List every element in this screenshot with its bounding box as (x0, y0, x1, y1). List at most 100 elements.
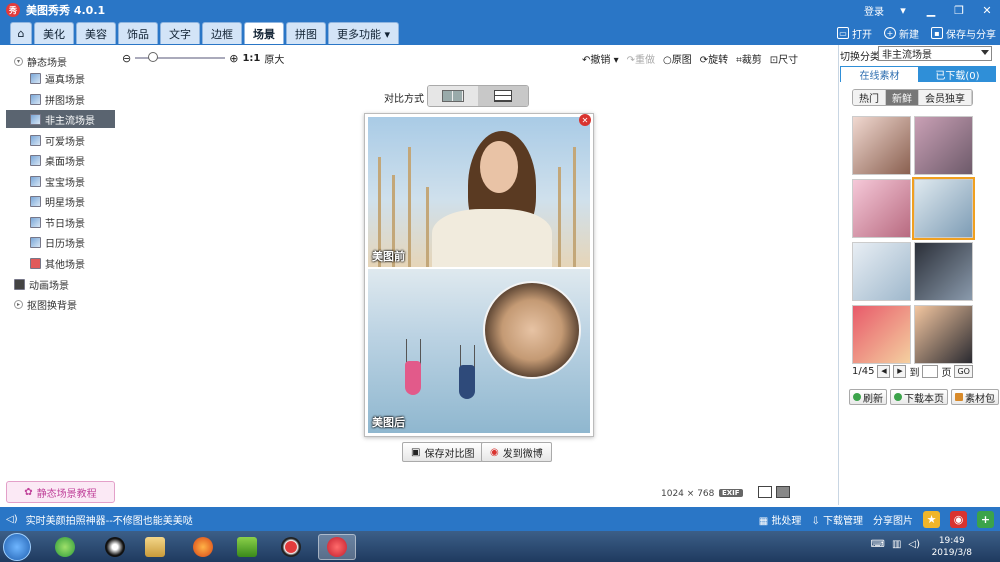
prev-page-button[interactable]: ◀ (877, 364, 891, 378)
sidebar-item-other[interactable]: 其他场景 (30, 254, 114, 272)
minimize-button[interactable]: ▁ (922, 2, 940, 18)
add-icon[interactable]: + (977, 510, 994, 528)
close-button[interactable]: ✕ (978, 2, 996, 18)
sidebar-group-animation[interactable]: 动画场景 (14, 275, 69, 293)
sidebar-item-desktop[interactable]: 桌面场景 (30, 151, 114, 169)
tab-scene[interactable]: 场景 (244, 22, 284, 44)
material-thumb[interactable] (852, 116, 911, 175)
batch-button[interactable]: ▦ 批处理 (759, 512, 802, 527)
undo-button[interactable]: ↶撤销 ▾ (582, 51, 619, 66)
tab-online-material[interactable]: 在线素材 (840, 66, 919, 82)
compare-top-bottom-button[interactable] (478, 86, 528, 106)
open-button[interactable]: ▭ 打开 (837, 26, 872, 41)
sidebar-item-realistic[interactable]: 逼真场景 (30, 69, 114, 87)
taskbar-clock[interactable]: 19:49 2019/3/8 (932, 535, 972, 559)
taskbar-app-player[interactable] (228, 534, 266, 560)
skin-icon[interactable]: ▾ (894, 2, 912, 18)
crop-button[interactable]: ⌗裁剪 (736, 51, 762, 66)
tab-accessory[interactable]: 饰品 (118, 22, 158, 44)
start-button[interactable] (3, 533, 31, 561)
page-input[interactable] (922, 364, 939, 378)
app-title: 美图秀秀 4.0.1 (26, 4, 106, 17)
redo-icon: ↷ (626, 54, 635, 66)
star-icon[interactable]: ★ (923, 510, 940, 528)
zoom-out-icon[interactable]: ⊖ (122, 52, 131, 65)
keyboard-icon[interactable]: ⌨ (871, 539, 885, 550)
material-thumb[interactable] (914, 242, 973, 301)
save-compare-button[interactable]: ▣ 保存对比图 (402, 442, 484, 462)
sidebar-group-static[interactable]: ▾ 静态场景 (14, 52, 67, 70)
sidebar-item-non-mainstream[interactable]: 非主流场景 (6, 110, 115, 128)
resize-button[interactable]: ⊡尺寸 (770, 51, 798, 66)
download-manager-button[interactable]: ⇩ 下载管理 (811, 512, 863, 527)
subtab-hot[interactable]: 热门 (853, 90, 886, 105)
tab-home[interactable]: ⌂ (10, 22, 32, 44)
redo-button[interactable]: ↷重做 (627, 51, 655, 66)
subtab-new[interactable]: 新鲜 (886, 90, 919, 105)
taskbar-app-explorer[interactable] (136, 534, 174, 560)
taskbar-app-meitu[interactable] (318, 534, 356, 560)
taskbar-app-firefox[interactable] (184, 534, 222, 560)
sidebar-item-cute[interactable]: 可爱场景 (30, 131, 114, 149)
zoom-slider-thumb[interactable] (148, 52, 159, 62)
tab-collage[interactable]: 拼图 (286, 22, 326, 44)
material-thumb[interactable] (852, 179, 911, 238)
fit-view-icon[interactable] (758, 486, 772, 498)
tab-downloaded[interactable]: 已下载(0) (919, 66, 996, 82)
compare-view-icon[interactable] (776, 486, 790, 498)
static-scene-tutorial-button[interactable]: ✿ 静态场景教程 (6, 481, 115, 503)
collapse-icon: ▾ (14, 56, 23, 66)
status-message[interactable]: 实时美颜拍照神器--不修图也能美美哒 (26, 512, 193, 527)
network-icon[interactable]: ▥ (892, 539, 901, 550)
material-thumb[interactable] (914, 116, 973, 175)
go-button[interactable]: GO (954, 364, 973, 378)
scene-thumb-icon (30, 93, 41, 105)
login-link[interactable]: 登录 (864, 3, 884, 18)
actual-size-label[interactable]: 原大 (264, 51, 284, 66)
volume-icon[interactable]: ◁) (908, 539, 920, 550)
maximize-button[interactable]: ❐ (950, 2, 968, 18)
taskbar-app-recorder[interactable] (272, 534, 310, 560)
sidebar-item-calendar[interactable]: 日历场景 (30, 233, 114, 251)
edit-toolbar: ↶撤销 ▾ ↷重做 ○原图 ⟳旋转 ⌗裁剪 ⊡尺寸 (582, 50, 798, 66)
material-thumb[interactable] (914, 305, 973, 364)
post-weibo-button[interactable]: ◉ 发到微博 (481, 442, 552, 462)
refresh-button[interactable]: 刷新 (849, 389, 887, 405)
new-button[interactable]: + 新建 (884, 26, 919, 41)
image-dimensions: 1024 × 768 (661, 489, 715, 499)
original-button[interactable]: ○原图 (663, 51, 692, 66)
taskbar-app-qq[interactable] (96, 534, 134, 560)
close-compare-icon[interactable]: ✕ (579, 114, 591, 126)
zoom-in-icon[interactable]: ⊕ (229, 52, 238, 65)
sidebar-item-star[interactable]: 明星场景 (30, 192, 114, 210)
sidebar-group-cutout[interactable]: ▸ 抠图换背景 (14, 295, 77, 313)
weibo-icon[interactable]: ◉ (950, 510, 967, 528)
download-page-button[interactable]: 下载本页 (890, 389, 948, 405)
zoom-slider[interactable] (135, 52, 226, 62)
save-share-button[interactable]: ▪ 保存与分享 (931, 26, 996, 41)
sidebar-item-collage[interactable]: 拼图场景 (30, 90, 114, 108)
sidebar-item-baby[interactable]: 宝宝场景 (30, 172, 114, 190)
rotate-button[interactable]: ⟳旋转 (700, 51, 728, 66)
material-thumbnails (852, 116, 976, 364)
subtab-vip[interactable]: 会员独享 (919, 90, 972, 105)
share-picture-label[interactable]: 分享图片 (873, 512, 913, 527)
material-pack-button[interactable]: 素材包 (951, 389, 999, 405)
category-select[interactable]: 非主流场景 (878, 46, 992, 61)
material-thumb-selected[interactable] (912, 177, 975, 240)
sidebar-item-festival[interactable]: 节日场景 (30, 213, 114, 231)
next-page-button[interactable]: ▶ (893, 364, 907, 378)
animation-icon (14, 278, 25, 290)
tab-face[interactable]: 美容 (76, 22, 116, 44)
actual-size-ratio[interactable]: 1:1 (242, 53, 260, 64)
tab-more[interactable]: 更多功能 ▾ (328, 22, 400, 44)
tab-text[interactable]: 文字 (160, 22, 200, 44)
taskbar-app-360[interactable] (46, 534, 84, 560)
material-thumb[interactable] (852, 242, 911, 301)
exif-badge[interactable]: EXIF (719, 489, 743, 497)
side-by-side-icon (442, 90, 464, 102)
compare-side-by-side-button[interactable] (428, 86, 478, 106)
material-thumb[interactable] (852, 305, 911, 364)
tab-beautify[interactable]: 美化 (34, 22, 74, 44)
tab-border[interactable]: 边框 (202, 22, 242, 44)
